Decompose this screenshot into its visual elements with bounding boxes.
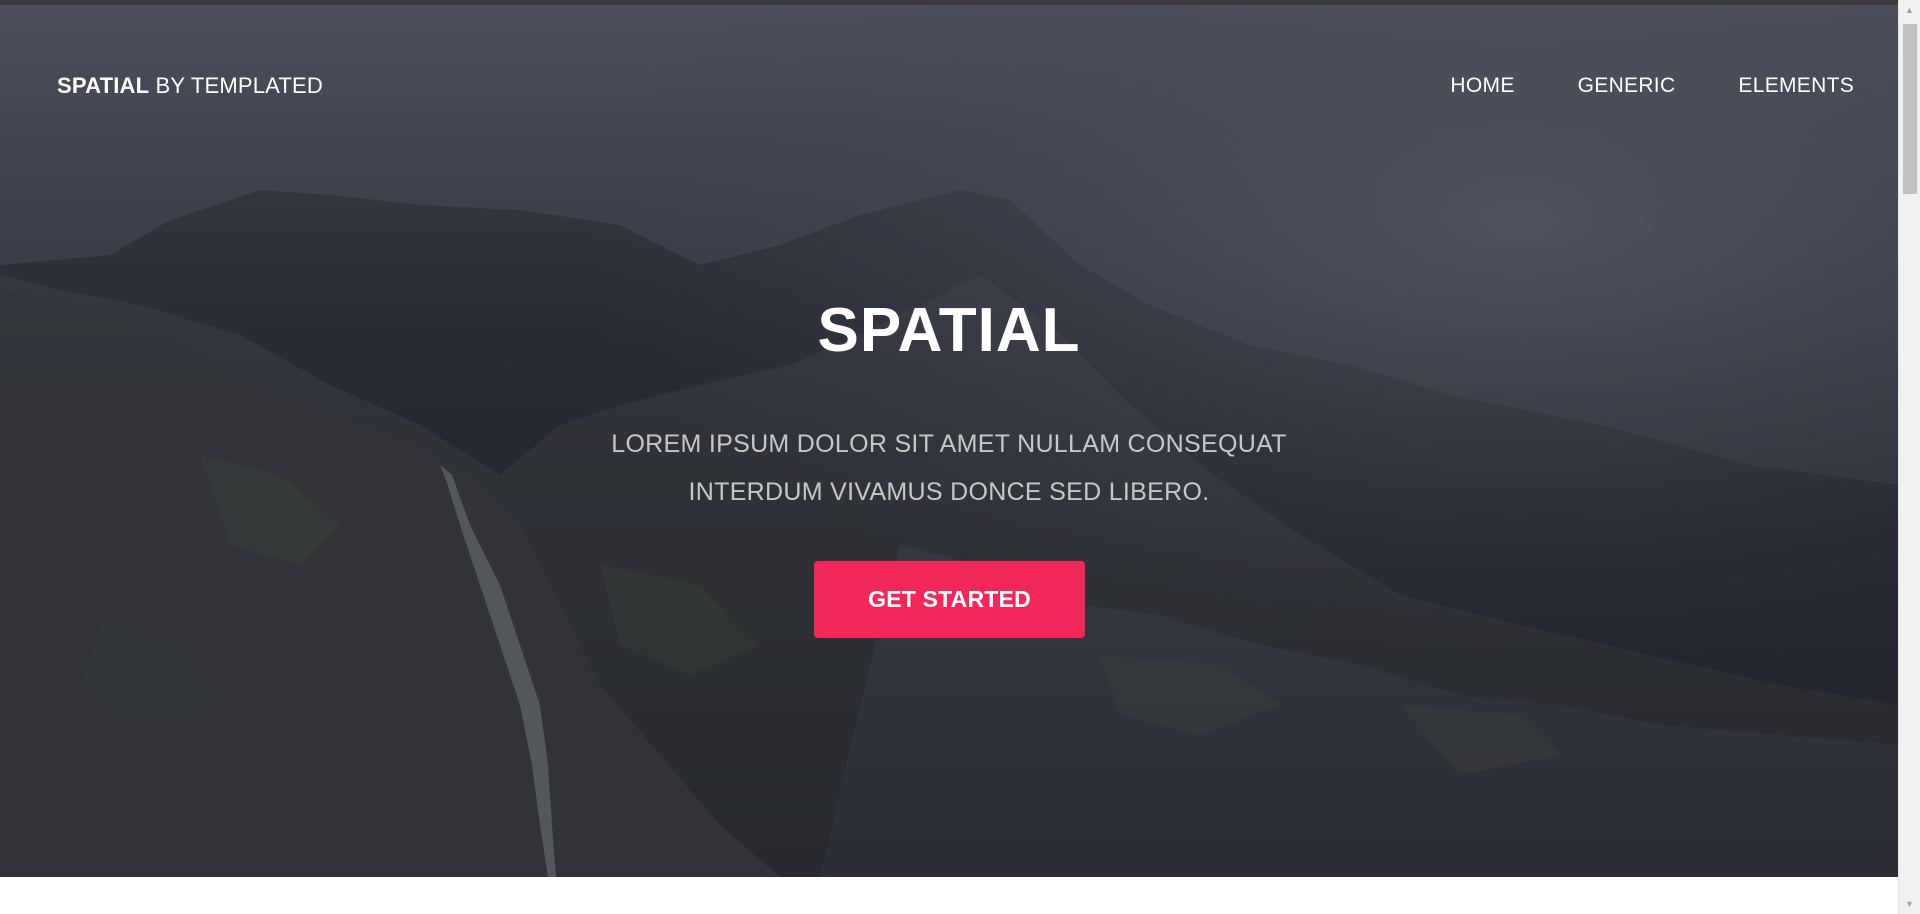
nav-link-generic[interactable]: GENERIC xyxy=(1578,75,1676,96)
page-scrollbar[interactable]: ▲ ▼ xyxy=(1898,0,1920,914)
scrollbar-thumb[interactable] xyxy=(1903,24,1917,194)
site-header: SPATIAL BY TEMPLATED HOME GENERIC ELEMEN… xyxy=(0,5,1898,170)
top-strip xyxy=(0,0,1898,5)
logo-rest-text: BY TEMPLATED xyxy=(149,73,324,98)
hero-subtitle: LOREM IPSUM DOLOR SIT AMET NULLAM CONSEQ… xyxy=(0,420,1898,516)
arrow-up-icon[interactable]: ▲ xyxy=(1899,0,1920,20)
hero-subtitle-line-2: INTERDUM VIVAMUS DONCE SED LIBERO. xyxy=(688,478,1210,506)
logo-strong-text: SPATIAL xyxy=(57,73,150,98)
arrow-down-icon[interactable]: ▼ xyxy=(1899,894,1920,914)
nav-link-elements[interactable]: ELEMENTS xyxy=(1738,75,1854,96)
get-started-button[interactable]: GET STARTED xyxy=(814,561,1085,638)
site-logo[interactable]: SPATIAL BY TEMPLATED xyxy=(57,75,323,97)
main-nav: HOME GENERIC ELEMENTS xyxy=(1387,75,1854,96)
nav-link-home[interactable]: HOME xyxy=(1450,75,1514,96)
hero-title: SPATIAL xyxy=(817,296,1081,365)
hero-subtitle-line-1: LOREM IPSUM DOLOR SIT AMET NULLAM CONSEQ… xyxy=(611,430,1287,458)
page-viewport: SPATIAL BY TEMPLATED HOME GENERIC ELEMEN… xyxy=(0,0,1920,914)
